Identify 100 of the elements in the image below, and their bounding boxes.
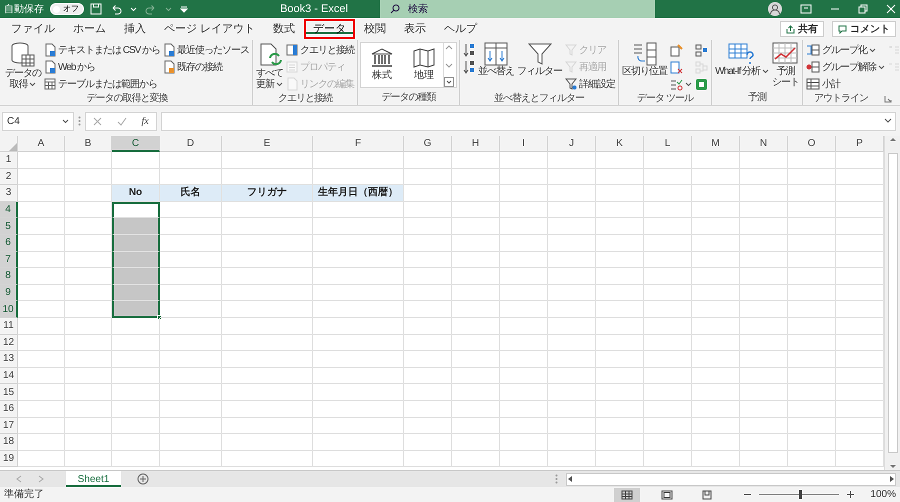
ribbon-button[interactable]: テーブルまたは範囲から [43, 76, 162, 92]
row-header[interactable]: 16 [0, 400, 18, 418]
row-header[interactable]: 4 [0, 202, 18, 218]
insert-function-button[interactable]: fx [141, 114, 149, 128]
formula-input[interactable] [161, 112, 896, 130]
row-header[interactable]: 2 [0, 168, 18, 186]
ribbon-button[interactable]: すべて 更新 [255, 42, 284, 90]
ribbon-icon-button[interactable] [462, 42, 476, 58]
column-header[interactable]: M [692, 136, 740, 152]
ribbon-tab[interactable]: ファイル [2, 19, 64, 39]
ribbon-tab[interactable]: ページ レイアウト [155, 19, 264, 39]
row-header[interactable]: 5 [0, 218, 18, 235]
view-button[interactable] [614, 488, 640, 502]
customize-caret-icon[interactable] [180, 5, 188, 13]
share-button[interactable]: 共有 [780, 21, 824, 37]
column-header[interactable]: O [788, 136, 836, 152]
column-header[interactable]: C [112, 136, 160, 152]
row-header[interactable]: 14 [0, 368, 18, 384]
ribbon-button[interactable]: テキストまたは CSV から [43, 42, 162, 58]
column-header[interactable]: J [548, 136, 596, 152]
row-header[interactable]: 17 [0, 418, 18, 434]
ribbon-button[interactable]: What-If 分析 [714, 42, 770, 77]
user-avatar-icon[interactable] [768, 2, 782, 16]
ribbon-button[interactable]: 詳細設定 [564, 76, 616, 92]
comment-button[interactable]: コメント [832, 21, 896, 37]
ribbon-tab[interactable]: データ [304, 19, 356, 39]
scroll-left-icon[interactable] [567, 475, 573, 483]
add-sheet-icon[interactable] [137, 472, 149, 485]
ribbon-icon-button[interactable] [694, 76, 710, 92]
ribbon-button[interactable]: 最近使ったソース [162, 42, 250, 58]
column-header[interactable]: P [836, 136, 884, 152]
search-field[interactable]: 検索 [380, 0, 655, 18]
row-header[interactable]: 9 [0, 284, 18, 302]
zoom-thumb[interactable] [799, 490, 802, 499]
zoom-in-icon[interactable] [847, 491, 854, 498]
column-header[interactable]: E [222, 136, 313, 152]
gallery-more-icon[interactable] [444, 77, 454, 87]
scroll-up-icon[interactable] [888, 136, 896, 142]
ribbon-button[interactable]: 小計 [804, 76, 886, 92]
ribbon-button[interactable]: 並べ替え [477, 42, 516, 77]
zoom-out-icon[interactable] [744, 491, 752, 498]
row-header[interactable]: 10 [0, 301, 18, 318]
name-box[interactable]: C4 [2, 112, 74, 130]
sheet-tab[interactable]: Sheet1 [66, 471, 121, 487]
horizontal-scrollbar[interactable] [566, 472, 896, 486]
column-header[interactable]: N [740, 136, 788, 152]
ribbon-tab[interactable]: 挿入 [115, 19, 155, 39]
row-header[interactable]: 11 [0, 318, 18, 335]
ribbon-button[interactable]: 既存の接続 [162, 59, 250, 75]
ribbon-tab[interactable]: 数式 [264, 19, 304, 39]
ribbon-tab[interactable]: ヘルプ [435, 19, 486, 39]
scrollbar-thumb[interactable] [888, 153, 898, 453]
row-header[interactable]: 12 [0, 334, 18, 352]
ribbon-button[interactable]: クエリと接続 [285, 42, 356, 58]
grid-cell [112, 334, 160, 352]
column-header[interactable]: K [596, 136, 644, 152]
row-header[interactable]: 3 [0, 185, 18, 202]
row-header[interactable]: 7 [0, 252, 18, 268]
fill-handle[interactable] [157, 314, 162, 320]
ribbon-display-icon[interactable] [800, 4, 812, 14]
row-header[interactable]: 1 [0, 152, 18, 169]
ribbon-button[interactable]: データの 取得 [4, 42, 42, 90]
scroll-right-icon[interactable] [889, 475, 895, 483]
column-header[interactable]: I [500, 136, 548, 152]
row-header[interactable]: 15 [0, 384, 18, 401]
row-header[interactable]: 6 [0, 234, 18, 252]
ribbon-icon-button[interactable] [462, 59, 476, 75]
ribbon-button[interactable]: Web から [43, 59, 162, 75]
row-header[interactable]: 13 [0, 351, 18, 368]
autosave-toggle[interactable]: オフ [50, 3, 84, 15]
undo-icon[interactable] [110, 3, 122, 15]
ribbon-button[interactable]: 区切り位置 [621, 42, 668, 77]
ribbon-button[interactable]: グループ化 [804, 42, 886, 58]
dialog-launcher-icon[interactable] [884, 95, 892, 103]
column-header[interactable]: H [452, 136, 500, 152]
column-header[interactable]: A [18, 136, 65, 152]
ribbon-icon-button[interactable] [694, 42, 710, 58]
ribbon-tab[interactable]: 校閲 [355, 19, 396, 39]
vertical-scrollbar[interactable] [884, 136, 900, 470]
sort-descending-icon [463, 59, 476, 75]
column-header[interactable]: F [313, 136, 404, 152]
row-header[interactable]: 18 [0, 434, 18, 451]
expand-caret-icon[interactable] [884, 118, 892, 124]
save-icon[interactable] [90, 3, 102, 15]
check-icon[interactable] [116, 116, 127, 126]
ribbon-tab[interactable]: ホーム [64, 19, 115, 39]
row-header[interactable]: 19 [0, 450, 18, 468]
column-header[interactable]: B [65, 136, 112, 152]
ribbon-button[interactable]: 予測 シート [770, 42, 800, 88]
row-header[interactable]: 8 [0, 268, 18, 285]
gallery-item[interactable]: 株式 [363, 43, 402, 87]
ribbon-button[interactable]: グループ解除 [804, 59, 886, 75]
ribbon-button[interactable]: フィルター [516, 42, 564, 77]
column-header[interactable]: L [644, 136, 692, 152]
close-icon[interactable] [886, 4, 896, 14]
restore-icon[interactable] [858, 4, 868, 14]
ribbon-tab[interactable]: 表示 [395, 19, 436, 39]
column-header[interactable]: G [404, 136, 452, 152]
gallery-item[interactable]: 地理 [405, 43, 444, 87]
column-header[interactable]: D [160, 136, 222, 152]
